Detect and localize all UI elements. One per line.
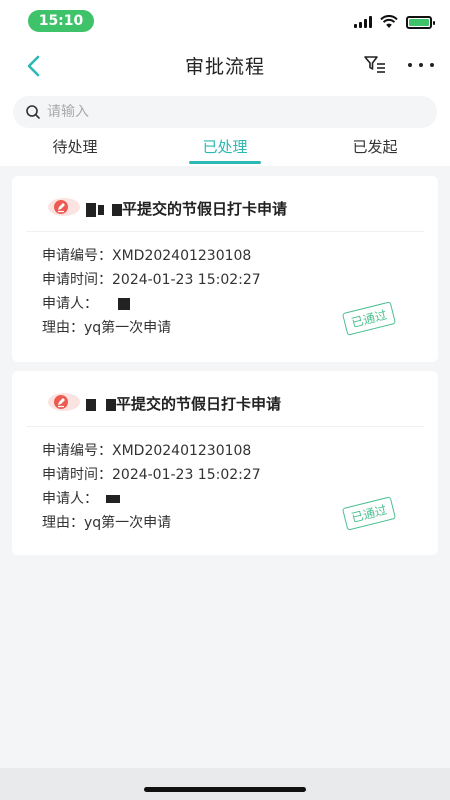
card-time-row: 申请时间：2024-01-23 15:02:27 bbox=[42, 463, 408, 487]
applicant-label: 申请人： bbox=[42, 491, 98, 507]
card-number-row: 申请编号：XMD202401230108 bbox=[42, 244, 408, 268]
number-label: 申请编号： bbox=[42, 248, 112, 264]
tab-bar: 待处理 已处理 已发起 bbox=[0, 130, 450, 166]
redacted-name bbox=[106, 398, 116, 411]
number-label: 申请编号： bbox=[42, 443, 112, 459]
status-time: 15:10 bbox=[28, 10, 94, 32]
approval-card[interactable]: 平提交的节假日打卡申请 申请编号：XMD202401230108 申请时间：20… bbox=[12, 176, 438, 362]
card-body: 申请编号：XMD202401230108 申请时间：2024-01-23 15:… bbox=[12, 232, 438, 340]
applicant-label: 申请人： bbox=[42, 296, 98, 312]
tab-pending[interactable]: 待处理 bbox=[0, 130, 150, 166]
home-indicator[interactable] bbox=[144, 787, 306, 792]
filter-list-icon bbox=[364, 56, 385, 73]
card-header: 平提交的节假日打卡申请 bbox=[26, 371, 424, 427]
card-number-row: 申请编号：XMD202401230108 bbox=[42, 439, 408, 463]
time-label: 申请时间： bbox=[42, 467, 112, 483]
card-header: 平提交的节假日打卡申请 bbox=[26, 176, 424, 232]
card-title-text: 平提交的节假日打卡申请 bbox=[122, 200, 288, 218]
redacted-name bbox=[86, 398, 96, 411]
card-title-text: 平提交的节假日打卡申请 bbox=[116, 395, 282, 413]
search-area bbox=[0, 92, 450, 130]
redacted-name bbox=[86, 202, 96, 217]
status-icons bbox=[354, 14, 435, 30]
application-time: 2024-01-23 15:02:27 bbox=[112, 467, 261, 483]
search-box[interactable] bbox=[13, 96, 437, 128]
battery-icon bbox=[406, 15, 435, 29]
card-body: 申请编号：XMD202401230108 申请时间：2024-01-23 15:… bbox=[12, 427, 438, 535]
more-dots-icon bbox=[408, 63, 412, 67]
wifi-icon bbox=[380, 15, 398, 28]
card-title: 平提交的节假日打卡申请 bbox=[86, 198, 287, 219]
redacted-applicant bbox=[118, 298, 130, 310]
filter-button[interactable] bbox=[362, 52, 388, 78]
more-dot bbox=[419, 63, 423, 67]
card-time-row: 申请时间：2024-01-23 15:02:27 bbox=[42, 268, 408, 292]
tab-initiated[interactable]: 已发起 bbox=[300, 130, 450, 166]
application-number: XMD202401230108 bbox=[112, 443, 252, 459]
approval-card[interactable]: 平提交的节假日打卡申请 申请编号：XMD202401230108 申请时间：20… bbox=[12, 371, 438, 555]
edit-pen-badge-icon bbox=[48, 393, 80, 411]
bottom-bar bbox=[0, 768, 450, 800]
nav-bar: 审批流程 bbox=[0, 40, 450, 92]
application-reason: yq第一次申请 bbox=[84, 515, 172, 531]
redacted-name bbox=[112, 203, 122, 216]
reason-label: 理由： bbox=[42, 515, 84, 531]
tab-processed[interactable]: 已处理 bbox=[150, 130, 300, 166]
card-title: 平提交的节假日打卡申请 bbox=[86, 393, 281, 414]
more-dot bbox=[430, 63, 434, 67]
edit-pen-badge-icon bbox=[48, 198, 80, 216]
application-reason: yq第一次申请 bbox=[84, 320, 172, 336]
redacted-applicant bbox=[106, 495, 120, 503]
search-icon bbox=[26, 105, 40, 119]
time-label: 申请时间： bbox=[42, 272, 112, 288]
redacted-name bbox=[98, 204, 104, 215]
reason-label: 理由： bbox=[42, 320, 84, 336]
cellular-signal-icon bbox=[354, 16, 372, 28]
application-time: 2024-01-23 15:02:27 bbox=[112, 272, 261, 288]
application-number: XMD202401230108 bbox=[112, 248, 252, 264]
more-button[interactable] bbox=[408, 52, 434, 78]
status-bar: 15:10 bbox=[0, 0, 450, 40]
search-input[interactable] bbox=[47, 104, 407, 120]
